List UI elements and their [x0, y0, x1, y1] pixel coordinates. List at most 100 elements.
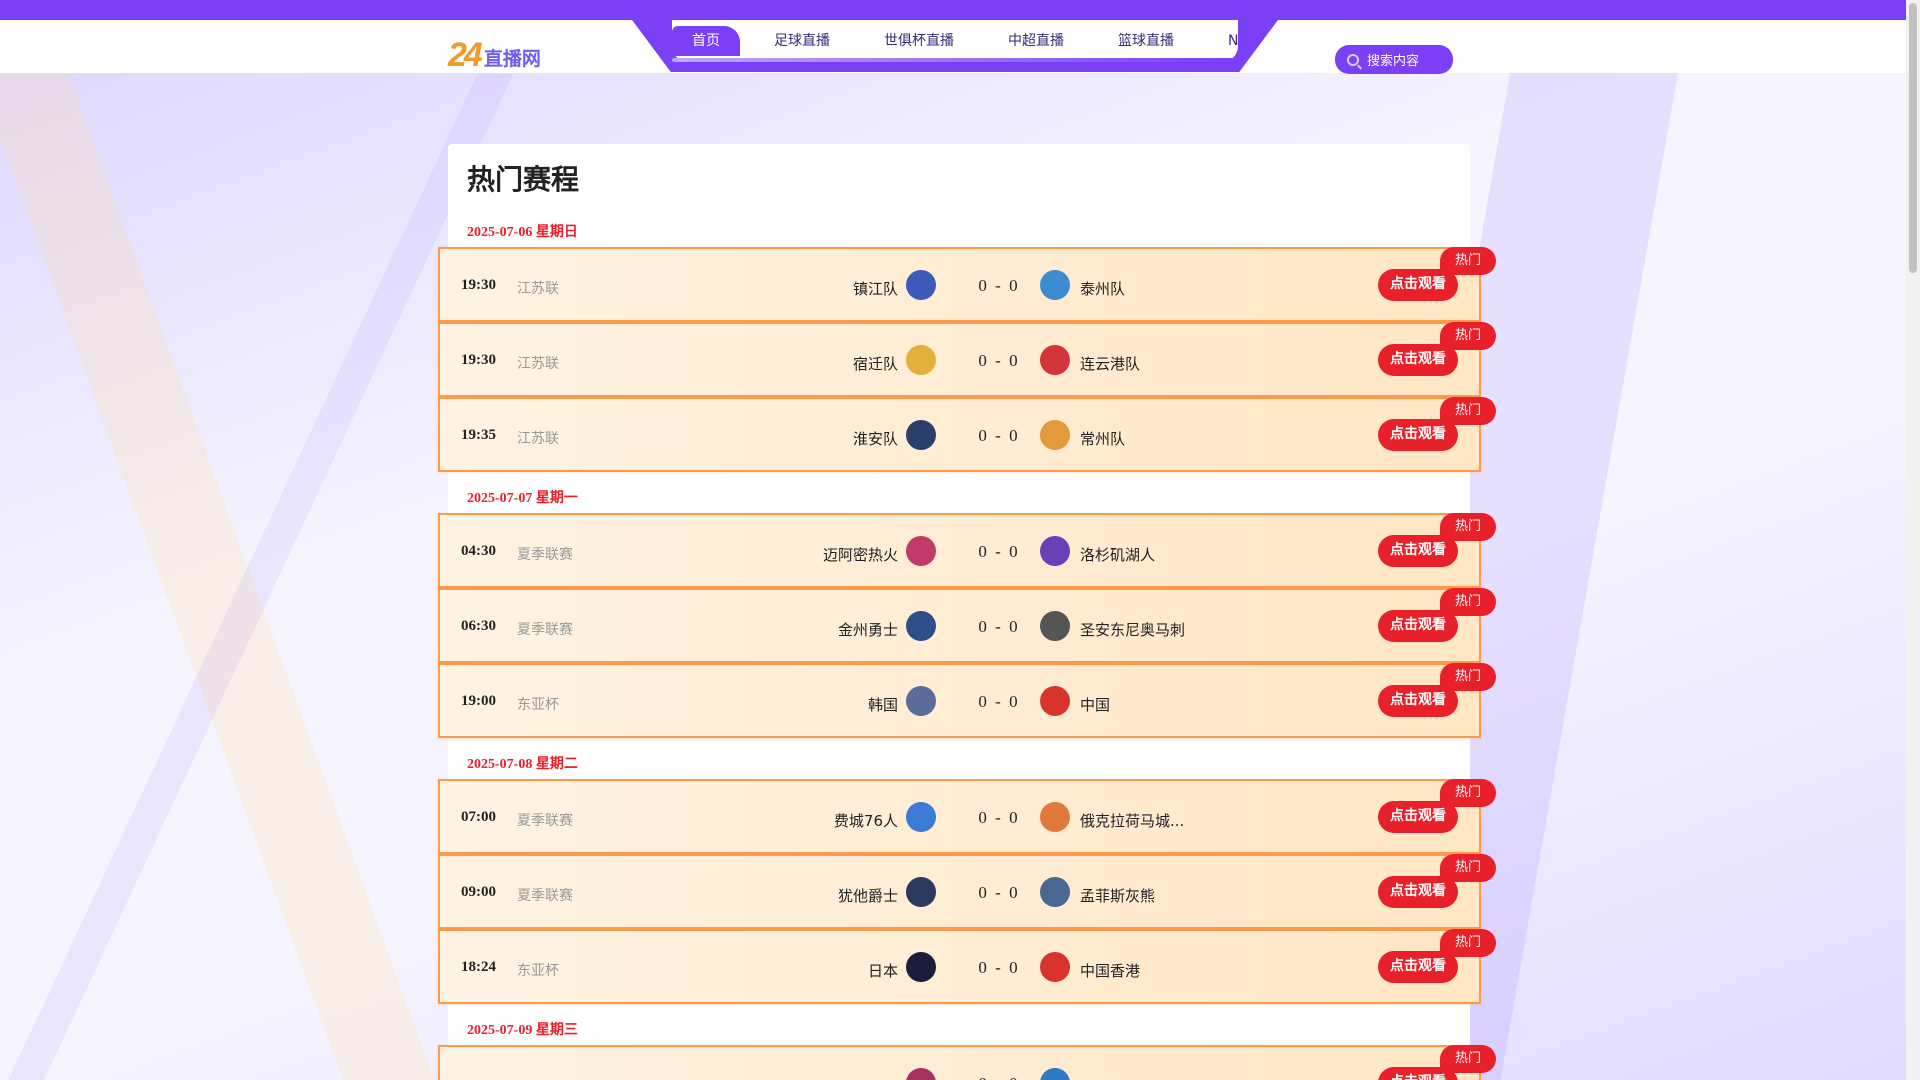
home-team-logo-icon	[906, 270, 936, 300]
score-separator: -	[986, 692, 1010, 711]
logo-text: 直播网	[483, 48, 541, 70]
scrollbar-thumb[interactable]	[1909, 3, 1917, 273]
league-name: 东亚杯	[517, 697, 559, 713]
nav-item-1[interactable]: 足球直播	[754, 26, 850, 56]
home-team-logo-icon	[906, 1068, 936, 1080]
hot-badge: 热门	[1440, 779, 1496, 807]
away-score: 0	[1009, 692, 1018, 711]
search-icon	[1347, 53, 1359, 66]
league-name: 夏季联赛	[517, 547, 573, 563]
away-score: 0	[1009, 958, 1018, 977]
match-row[interactable]: 06:30 夏季联赛 金州勇士 圣安东尼奥马刺 0 - 0 点击观看 热门	[438, 588, 1496, 663]
away-score: 0	[1009, 426, 1018, 445]
home-team-name: 迈阿密热火	[822, 546, 898, 564]
match-row[interactable]: 07:00 夏季联赛 费城76人 俄克拉荷马城... 0 - 0 点击观看 热门	[438, 779, 1496, 854]
league-name: 东亚杯	[517, 963, 559, 979]
top-bar	[0, 0, 1920, 20]
league-name: 江苏联	[517, 281, 559, 297]
nav-underline	[672, 58, 1238, 62]
match-time: 04:30	[461, 543, 496, 559]
match-time: 19:30	[461, 352, 496, 368]
home-team-name: 韩国	[867, 696, 898, 714]
home-team-logo-icon	[906, 611, 936, 641]
score-separator: -	[986, 351, 1010, 370]
home-score: 0	[978, 351, 987, 370]
match-time: 19:35	[461, 427, 496, 443]
main-nav: 首页 足球直播 世俱杯直播 中超直播 篮球直播 N	[632, 20, 1278, 72]
match-score: 0 - 0	[968, 808, 1028, 828]
home-team-logo-icon	[906, 345, 936, 375]
home-score: 0	[978, 426, 987, 445]
away-team-name: 常州队	[1080, 430, 1126, 448]
away-team-logo-icon	[1040, 952, 1070, 982]
home-team-name: 犹他爵士	[837, 887, 898, 905]
away-team-logo-icon	[1040, 345, 1070, 375]
home-team-logo-icon	[906, 420, 936, 450]
home-score: 0	[978, 542, 987, 561]
league-name: 夏季联赛	[517, 888, 573, 904]
match-score: 0 - 0	[968, 617, 1028, 637]
away-team-logo-icon	[1040, 877, 1070, 907]
away-team-name: 孟菲斯灰熊	[1080, 887, 1156, 905]
match-time: 19:00	[461, 693, 496, 709]
match-row[interactable]: 04:30 夏季联赛 迈阿密热火 洛杉矶湖人 0 - 0 点击观看 热门	[438, 513, 1496, 588]
match-score: 0 - 0	[968, 883, 1028, 903]
away-team-logo-icon	[1040, 611, 1070, 641]
home-team-logo-icon	[906, 686, 936, 716]
match-row[interactable]: 09:00 夏季联赛 犹他爵士 孟菲斯灰熊 0 - 0 点击观看 热门	[438, 854, 1496, 929]
league-name: 江苏联	[517, 356, 559, 372]
match-row[interactable]: 19:30 江苏联 镇江队 泰州队 0 - 0 点击观看 热门	[438, 247, 1496, 322]
home-score: 0	[978, 276, 987, 295]
search-box[interactable]: 搜索内容	[1335, 45, 1453, 74]
match-row[interactable]: 19:35 江苏联 淮安队 常州队 0 - 0 点击观看 热门	[438, 397, 1496, 472]
date-heading: 2025-07-07 星期一	[467, 491, 578, 506]
match-time: 09:00	[461, 884, 496, 900]
away-team-name: 俄克拉荷马城...	[1080, 812, 1185, 830]
away-team-logo-icon	[1040, 420, 1070, 450]
hot-badge: 热门	[1440, 513, 1496, 541]
scrollbar[interactable]	[1906, 0, 1920, 1080]
match-score: 0 - 0	[968, 426, 1028, 446]
home-team-name: 金州勇士	[837, 621, 898, 639]
match-row[interactable]: 19:00 东亚杯 韩国 中国 0 - 0 点击观看 热门	[438, 663, 1496, 738]
match-score: 0 - 0	[968, 692, 1028, 712]
nav-item-5[interactable]: N	[1208, 26, 1258, 56]
nav-item-2[interactable]: 世俱杯直播	[864, 26, 974, 56]
date-heading: 2025-07-09 星期三	[467, 1023, 578, 1038]
home-team-name: 淮安队	[852, 430, 898, 448]
nav-item-0[interactable]: 首页	[672, 26, 740, 56]
nav-item-3[interactable]: 中超直播	[988, 26, 1084, 56]
site-logo[interactable]: 24 直播网	[448, 38, 541, 72]
match-time: 18:24	[461, 959, 496, 975]
home-team-logo-icon	[906, 952, 936, 982]
hot-badge: 热门	[1440, 1045, 1496, 1073]
date-heading: 2025-07-08 星期二	[467, 757, 578, 772]
hot-badge: 热门	[1440, 854, 1496, 882]
away-team-logo-icon	[1040, 802, 1070, 832]
home-score: 0	[978, 1074, 987, 1080]
nav-item-4[interactable]: 篮球直播	[1098, 26, 1194, 56]
score-separator: -	[986, 883, 1010, 902]
away-team-logo-icon	[1040, 270, 1070, 300]
match-time: 06:30	[461, 618, 496, 634]
match-row[interactable]: 19:30 江苏联 宿迁队 连云港队 0 - 0 点击观看 热门	[438, 322, 1496, 397]
match-score: 0 - 0	[968, 958, 1028, 978]
home-team-logo-icon	[906, 877, 936, 907]
nav-items: 首页 足球直播 世俱杯直播 中超直播 篮球直播 N	[672, 20, 1238, 62]
match-row[interactable]: 18:24 东亚杯 日本 中国香港 0 - 0 点击观看 热门	[438, 929, 1496, 1004]
match-score: 0 - 0	[968, 542, 1028, 562]
match-time: 07:00	[461, 809, 496, 825]
score-separator: -	[986, 808, 1010, 827]
match-score: 0 - 0	[968, 1074, 1028, 1080]
away-team-name: 圣安东尼奥马刺	[1080, 621, 1186, 639]
hot-badge: 热门	[1440, 247, 1496, 275]
league-name: 夏季联赛	[517, 813, 573, 829]
score-separator: -	[986, 426, 1010, 445]
away-team-name: 泰州队	[1080, 280, 1126, 298]
away-score: 0	[1009, 276, 1018, 295]
away-team-logo-icon	[1040, 686, 1070, 716]
home-team-logo-icon	[906, 536, 936, 566]
match-row[interactable]: 0 - 0点击观看热门	[438, 1045, 1496, 1080]
home-score: 0	[978, 808, 987, 827]
away-team-name: 洛杉矶湖人	[1080, 546, 1156, 564]
